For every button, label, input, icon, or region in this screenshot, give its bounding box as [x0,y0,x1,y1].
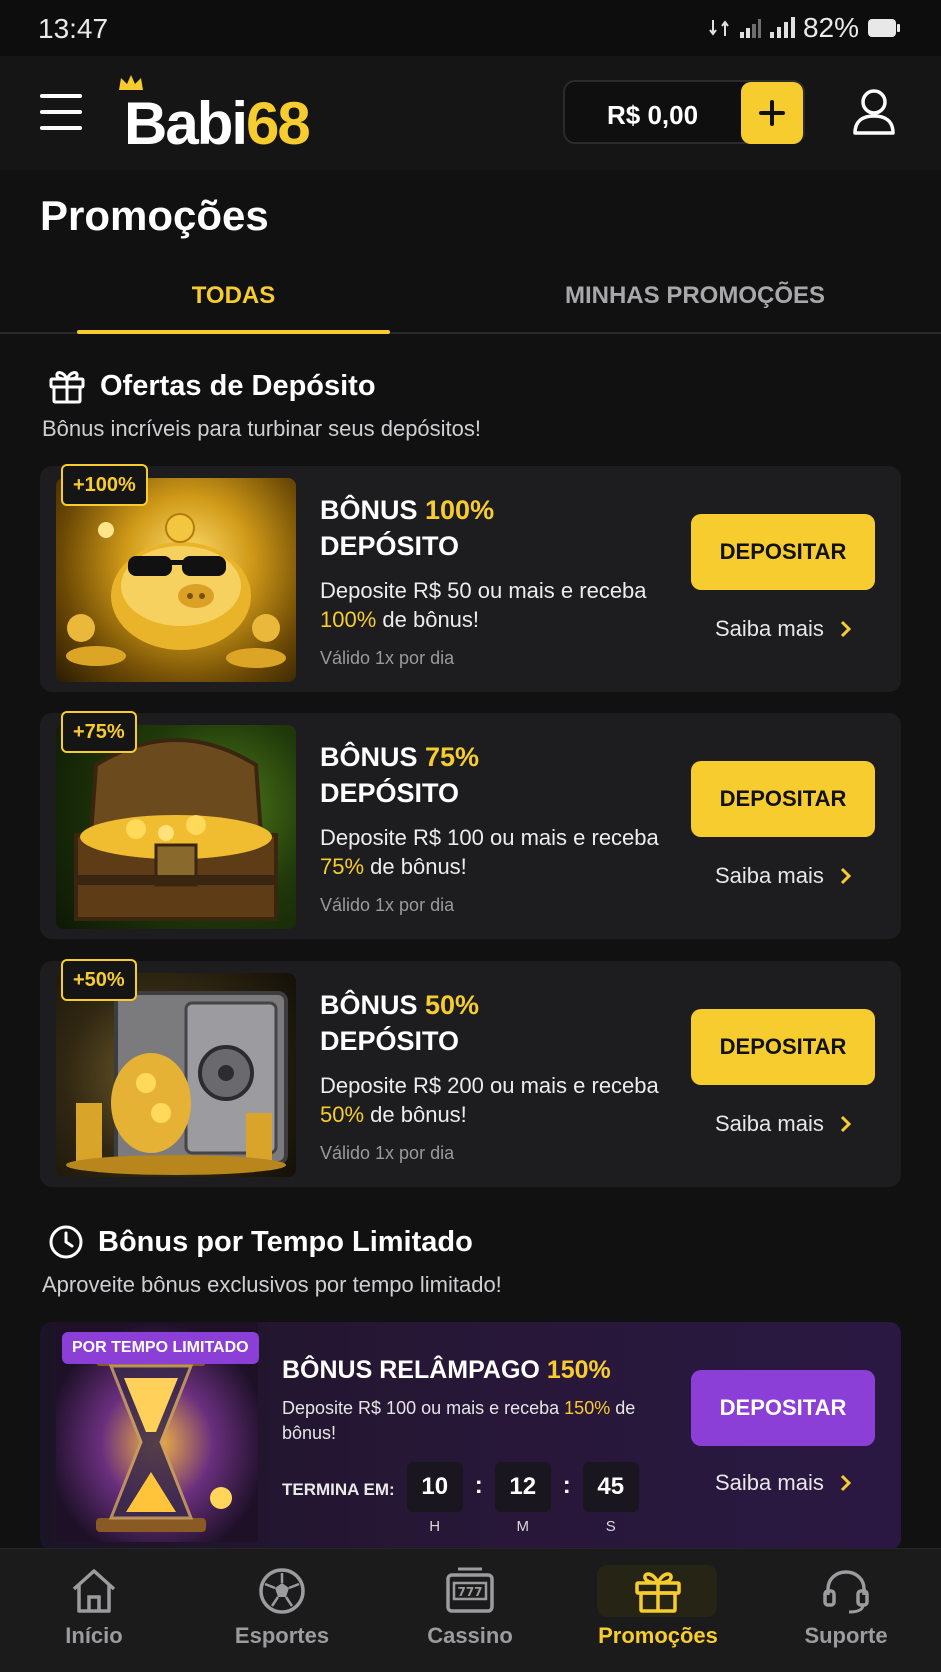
nav-inicio[interactable]: Início [0,1549,188,1672]
brand-logo[interactable]: Babi68 [119,74,311,157]
countdown-hours: 10 H [406,1462,463,1535]
balance-amount: R$ 0,00 [607,100,699,130]
deposit-section-subtitle: Bônus incríveis para turbinar seus depós… [42,416,482,441]
countdown-separator: : [562,1472,571,1499]
logo-text-accent: 68 [246,90,311,157]
crown-icon [119,75,143,90]
offer-title: BÔNUS 100% DEPÓSITO [320,495,495,561]
battery-icon [868,19,900,37]
depositar-button[interactable]: DEPOSITAR [691,1370,875,1446]
user-profile-icon[interactable] [852,88,896,136]
nav-suporte[interactable]: Suporte [752,1549,940,1672]
tab-minhas-promocoes[interactable]: MINHAS PROMOÇÕES [520,282,870,310]
svg-text:777: 777 [457,1585,482,1599]
bonus-badge: +100% [61,464,148,506]
limited-section-heading: Bônus por Tempo Limitado [98,1225,473,1258]
deposit-section-heading: Ofertas de Depósito [100,369,376,402]
page-title: Promoções [40,192,269,239]
saiba-mais-link[interactable]: Saiba mais [715,1111,852,1137]
status-time: 13:47 [38,13,109,44]
signal-weak-icon [739,19,761,38]
status-bar: 13:47 82% [0,0,941,56]
depositar-button[interactable]: DEPOSITAR [691,761,875,837]
hamburger-menu-icon[interactable] [40,94,82,130]
status-icons: 82% [709,12,901,44]
offer-validity: Válido 1x por dia [320,648,455,668]
offer-title: BÔNUS 50% DEPÓSITO [320,990,480,1056]
countdown-minutes: 12 M [494,1462,551,1535]
offer-description: Deposite R$ 100 ou mais e receba 75% de … [320,825,659,879]
bonus-badge: +75% [61,711,137,753]
limited-offer-title: BÔNUS RELÂMPAGO 150% [282,1356,611,1384]
tab-todas[interactable]: TODAS [77,282,390,310]
limited-offer-description: Deposite R$ 100 ou mais e receba 150% de… [282,1398,636,1443]
offer-validity: Válido 1x por dia [320,1143,455,1163]
clock-icon [49,1225,83,1259]
offer-description: Deposite R$ 200 ou mais e receba 50% de … [320,1073,659,1127]
gift-icon [635,1572,681,1613]
active-tab-indicator [77,330,390,334]
slot-machine-icon: 777 [446,1567,494,1613]
chevron-right-icon [840,867,851,885]
limited-section-subtitle: Aproveite bônus exclusivos por tempo lim… [42,1272,502,1297]
soccer-ball-icon [259,1568,305,1614]
treasure-chest-image [56,725,296,929]
countdown-separator: : [474,1472,483,1499]
limited-time-badge: POR TEMPO LIMITADO [62,1332,259,1364]
deposit-section-title: Ofertas de Depósito [48,368,376,404]
gift-icon [49,371,85,404]
logo-text-main: Babi [124,90,248,157]
offer-card-100: +100% BÔNUS 100% DEPÓSITO Deposite R$ 50 … [40,464,901,692]
offer-card-50: +50% BÔNUS 50% DEPÓSITO Deposite R$ 200 o… [40,959,901,1187]
signal-icon [769,17,795,38]
offer-card-75: +75% BÔNUS 75% DEPÓSITO Deposite R$ 100 o… [40,711,901,939]
bonus-badge: +50% [61,959,137,1001]
countdown-label: TERMINA EM: [282,1480,395,1499]
offer-title: BÔNUS 75% DEPÓSITO [320,742,480,808]
add-funds-button[interactable] [741,82,803,144]
countdown-seconds: 45 S [582,1462,639,1535]
limited-offer-card: POR TEMPO LIMITADO BÔNUS RELÂMPAGO 150% … [40,1322,901,1550]
vault-with-coins-image [56,973,296,1177]
saiba-mais-link[interactable]: Saiba mais [715,863,852,889]
nav-esportes[interactable]: Esportes [188,1549,376,1672]
golden-piggy-bank-image [56,478,296,682]
chevron-right-icon [840,1474,851,1492]
offer-description: Deposite R$ 50 ou mais e receba 100% de … [320,578,647,632]
data-4g-icon [709,20,729,36]
app-header: Babi68 R$ 0,00 [0,56,941,170]
offer-validity: Válido 1x por dia [320,895,455,915]
saiba-mais-link[interactable]: Saiba mais [715,1470,852,1496]
chevron-right-icon [840,1115,851,1133]
countdown-timer: TERMINA EM: 10 H : 12 M : 45 S [282,1462,639,1535]
promo-tabs: TODAS MINHAS PROMOÇÕES [0,268,941,334]
bottom-navigation: Início Esportes 777 Cassino Promoções Su… [0,1548,941,1672]
plus-icon [759,100,785,126]
saiba-mais-link[interactable]: Saiba mais [715,616,852,642]
chevron-right-icon [840,620,851,638]
nav-promocoes[interactable]: Promoções [564,1549,752,1672]
headset-icon [823,1570,869,1614]
home-icon [72,1569,116,1613]
limited-section-title: Bônus por Tempo Limitado [48,1224,473,1260]
depositar-button[interactable]: DEPOSITAR [691,514,875,590]
depositar-button[interactable]: DEPOSITAR [691,1009,875,1085]
battery-percent: 82% [802,12,859,43]
nav-cassino[interactable]: 777 Cassino [376,1549,564,1672]
